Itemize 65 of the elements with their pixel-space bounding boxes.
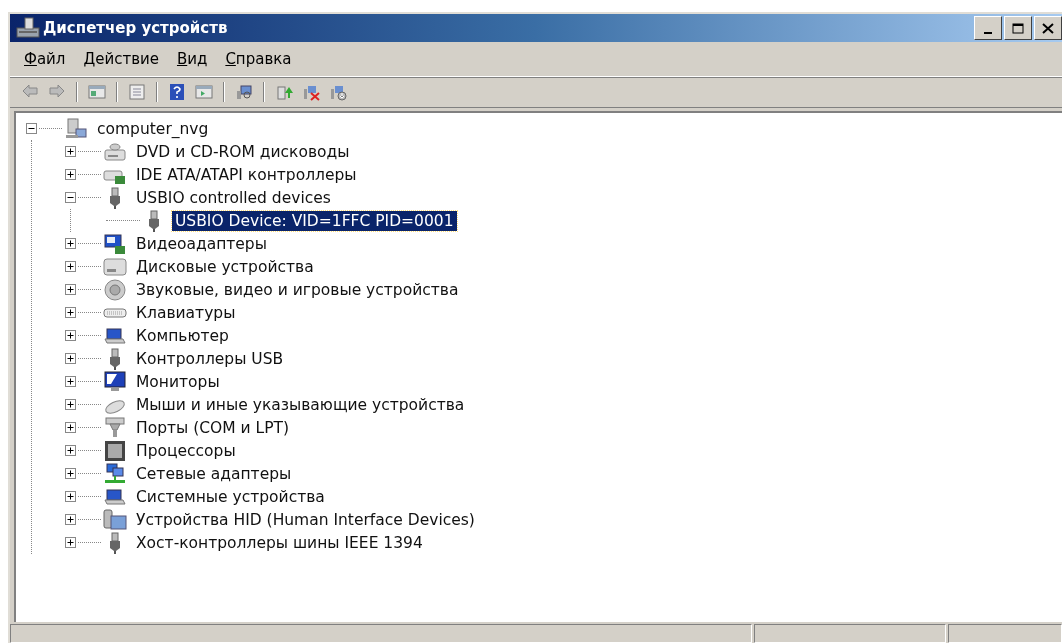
expand-icon[interactable] — [65, 169, 76, 180]
processor-icon — [103, 438, 127, 463]
speaker-icon — [103, 277, 127, 302]
monitor-icon — [103, 369, 127, 394]
expand-icon[interactable] — [65, 514, 76, 525]
minimize-icon — [984, 32, 992, 34]
close-button[interactable] — [1034, 16, 1062, 40]
properties-icon — [128, 83, 146, 101]
tree-item[interactable]: USBIO controlled devices — [133, 187, 334, 208]
menu-item[interactable]: Вид — [168, 50, 216, 68]
expand-icon[interactable] — [65, 307, 76, 318]
window-title: Диспетчер устройств — [43, 19, 229, 37]
tree-item[interactable]: Мыши и иные указывающие устройства — [133, 394, 468, 415]
network-adapter-icon — [103, 461, 127, 486]
install-device-icon — [329, 83, 347, 101]
computer-icon — [64, 116, 88, 141]
expand-icon[interactable] — [65, 491, 76, 502]
collapse-icon[interactable] — [65, 192, 76, 203]
menu-item[interactable]: Справка — [217, 50, 300, 68]
expand-icon[interactable] — [65, 422, 76, 433]
display-adapter-icon — [103, 231, 127, 256]
expand-icon[interactable] — [65, 353, 76, 364]
tree-item[interactable]: Контроллеры USB — [133, 348, 287, 369]
expand-icon[interactable] — [65, 399, 76, 410]
hid-device-icon — [103, 507, 127, 532]
remove-device-icon — [302, 83, 320, 101]
tree-item[interactable]: USBIO Device: VID=1FFC PID=0001 — [172, 210, 457, 231]
panel-icon — [88, 83, 106, 101]
expand-icon[interactable] — [65, 261, 76, 272]
help-icon — [168, 83, 186, 101]
tree-item[interactable]: Сетевые адаптеры — [133, 463, 295, 484]
scan-computer-icon — [235, 83, 253, 101]
close-icon — [1042, 22, 1054, 34]
menu-item[interactable]: Файл — [16, 50, 74, 68]
expand-icon[interactable] — [65, 238, 76, 249]
tree-item[interactable]: Устройства HID (Human Interface Devices) — [133, 509, 478, 530]
maximize-button[interactable] — [1004, 16, 1032, 40]
menu-item[interactable]: Действие — [75, 50, 167, 68]
tree-item[interactable]: DVD и CD-ROM дисководы — [133, 141, 353, 162]
port-icon — [103, 415, 127, 440]
expand-icon[interactable] — [65, 284, 76, 295]
tree-item[interactable]: Мониторы — [133, 371, 223, 392]
tree-item[interactable]: Клавиатуры — [133, 302, 239, 323]
expand-icon[interactable] — [65, 445, 76, 456]
tree-item[interactable]: Порты (COM и LPT) — [133, 417, 293, 438]
tree-item[interactable]: Процессоры — [133, 440, 239, 461]
expand-icon[interactable] — [65, 468, 76, 479]
update-driver-icon — [275, 83, 293, 101]
tree-item[interactable]: Дисковые устройства — [133, 256, 317, 277]
device-manager-icon — [16, 17, 40, 39]
expand-icon[interactable] — [65, 376, 76, 387]
collapse-icon[interactable] — [26, 123, 37, 134]
panel-icon — [195, 83, 213, 101]
tree-item[interactable]: Хост-контроллеры шины IEEE 1394 — [133, 532, 426, 553]
expand-icon[interactable] — [65, 330, 76, 341]
maximize-icon — [1012, 22, 1024, 34]
tree-item[interactable]: Звуковые, видео и игровые устройства — [133, 279, 462, 300]
tree-item[interactable]: IDE ATA/ATAPI контроллеры — [133, 164, 360, 185]
tree-item[interactable]: Видеоадаптеры — [133, 233, 270, 254]
tree-item[interactable]: Системные устройства — [133, 486, 328, 507]
expand-icon[interactable] — [65, 537, 76, 548]
minimize-button[interactable] — [974, 16, 1002, 40]
tree-item[interactable]: computer_nvg — [94, 118, 212, 139]
tree-item[interactable]: Компьютер — [133, 325, 232, 346]
expand-icon[interactable] — [65, 146, 76, 157]
